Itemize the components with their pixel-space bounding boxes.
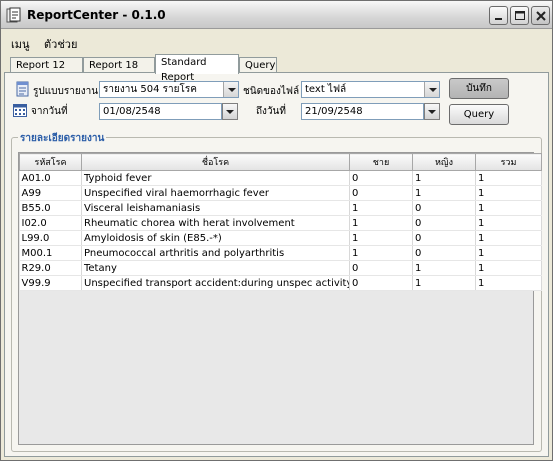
column-header-code[interactable]: รหัสโรค — [19, 153, 82, 171]
cell-total: 1 — [475, 170, 542, 186]
cell-code: A01.0 — [19, 170, 82, 186]
title-bar[interactable]: ReportCenter - 0.1.0 — [1, 1, 552, 29]
menu-item-help[interactable]: ตัวช่วย — [44, 35, 77, 53]
table-row[interactable]: A99 Unspecified viral haemorrhagic fever… — [19, 185, 542, 201]
cell-female: 1 — [412, 260, 476, 276]
cell-male: 1 — [349, 215, 413, 231]
table-row[interactable]: I02.0 Rheumatic chorea with herat involv… — [19, 215, 542, 231]
tab-report-18[interactable]: Report 18 File — [83, 57, 155, 86]
cell-total: 1 — [475, 200, 542, 216]
table-row[interactable]: A01.0 Typhoid fever 0 1 1 — [19, 170, 542, 186]
cell-disease-name: Amyloidosis of skin (E85.-*) — [81, 230, 350, 246]
cell-female: 0 — [412, 230, 476, 246]
report-type-label: รูปแบบรายงาน — [33, 86, 99, 97]
report-details-group: รายละเอียดรายงาน รหัสโรค ชื่อโรค ชาย หญิ… — [11, 131, 542, 452]
cell-disease-name: Tetany — [81, 260, 350, 276]
cell-female: 0 — [412, 200, 476, 216]
tab-strip: Report 12 File Report 18 File Standard R… — [1, 53, 552, 86]
chevron-down-icon — [223, 82, 238, 97]
cell-disease-name: Unspecified transport accident:during un… — [81, 275, 350, 291]
column-header-total[interactable]: รวม — [475, 153, 542, 171]
cell-code: V99.9 — [19, 275, 82, 291]
cell-disease-name: Unspecified viral haemorrhagic fever — [81, 185, 350, 201]
cell-male: 1 — [349, 245, 413, 261]
minimize-icon — [495, 18, 502, 20]
tab-query[interactable]: Query — [239, 57, 277, 73]
column-header-disease-name[interactable]: ชื่อโรค — [81, 153, 350, 171]
calendar-icon — [13, 103, 27, 120]
from-date-picker-button[interactable] — [222, 103, 238, 120]
table-row[interactable]: R29.0 Tetany 0 1 1 — [19, 260, 542, 276]
cell-code: R29.0 — [19, 260, 82, 276]
cell-female: 1 — [412, 185, 476, 201]
table-row[interactable]: B55.0 Visceral leishamaniasis 1 0 1 — [19, 200, 542, 216]
file-type-value: text ไฟล์ — [305, 84, 347, 95]
cell-disease-name: Pneumococcal arthritis and polyarthritis — [81, 245, 350, 261]
cell-disease-name: Visceral leishamaniasis — [81, 200, 350, 216]
report-icon — [16, 81, 30, 100]
chevron-down-icon — [424, 82, 439, 97]
cell-total: 1 — [475, 185, 542, 201]
cell-male: 0 — [349, 170, 413, 186]
table-row[interactable]: M00.1 Pneumococcal arthritis and polyart… — [19, 245, 542, 261]
cell-total: 1 — [475, 245, 542, 261]
cell-total: 1 — [475, 275, 542, 291]
cell-total: 1 — [475, 260, 542, 276]
from-date-label: จากวันที่ — [31, 106, 68, 117]
cell-female: 1 — [412, 170, 476, 186]
menu-bar: เมนู ตัวช่วย — [1, 30, 552, 52]
close-icon — [536, 11, 546, 21]
cell-male: 0 — [349, 260, 413, 276]
maximize-icon — [515, 11, 525, 20]
tab-standard-report[interactable]: Standard Report — [155, 54, 239, 83]
window-title: ReportCenter - 0.1.0 — [27, 8, 166, 22]
table-row[interactable]: V99.9 Unspecified transport accident:dur… — [19, 275, 542, 291]
cell-code: L99.0 — [19, 230, 82, 246]
cell-code: M00.1 — [19, 245, 82, 261]
cell-male: 1 — [349, 200, 413, 216]
cell-female: 0 — [412, 245, 476, 261]
report-type-value: รายงาน 504 รายโรค — [103, 84, 197, 95]
cell-female: 1 — [412, 275, 476, 291]
from-date-input[interactable]: 01/08/2548 — [99, 103, 222, 120]
file-type-label: ชนิดของไฟล์ — [243, 86, 300, 97]
tab-report-12[interactable]: Report 12 File — [10, 57, 83, 86]
save-button[interactable]: บันทึก — [449, 78, 509, 99]
query-button[interactable]: Query — [449, 104, 509, 125]
maximize-button[interactable] — [510, 6, 529, 25]
cell-disease-name: Typhoid fever — [81, 170, 350, 186]
cell-total: 1 — [475, 230, 542, 246]
cell-code: B55.0 — [19, 200, 82, 216]
cell-male: 0 — [349, 185, 413, 201]
report-details-title: รายละเอียดรายงาน — [18, 131, 107, 146]
report-details-table[interactable]: รหัสโรค ชื่อโรค ชาย หญิง รวม A01.0 Typho… — [18, 152, 542, 445]
table-row[interactable]: L99.0 Amyloidosis of skin (E85.-*) 1 0 1 — [19, 230, 542, 246]
cell-male: 1 — [349, 230, 413, 246]
to-date-picker-button[interactable] — [424, 103, 440, 120]
close-button[interactable] — [531, 6, 550, 25]
app-window: ReportCenter - 0.1.0 เมนู ตัวช่วย Report… — [0, 0, 553, 461]
cell-male: 0 — [349, 275, 413, 291]
cell-total: 1 — [475, 215, 542, 231]
cell-code: I02.0 — [19, 215, 82, 231]
minimize-button[interactable] — [489, 6, 508, 25]
column-header-male[interactable]: ชาย — [349, 153, 413, 171]
file-type-select[interactable]: text ไฟล์ — [301, 81, 440, 98]
column-header-female[interactable]: หญิง — [412, 153, 476, 171]
cell-disease-name: Rheumatic chorea with herat involvement — [81, 215, 350, 231]
menu-item-main[interactable]: เมนู — [11, 35, 30, 53]
cell-female: 0 — [412, 215, 476, 231]
to-date-input[interactable]: 21/09/2548 — [301, 103, 424, 120]
app-icon — [6, 7, 22, 23]
cell-code: A99 — [19, 185, 82, 201]
to-date-label: ถึงวันที่ — [256, 106, 286, 117]
